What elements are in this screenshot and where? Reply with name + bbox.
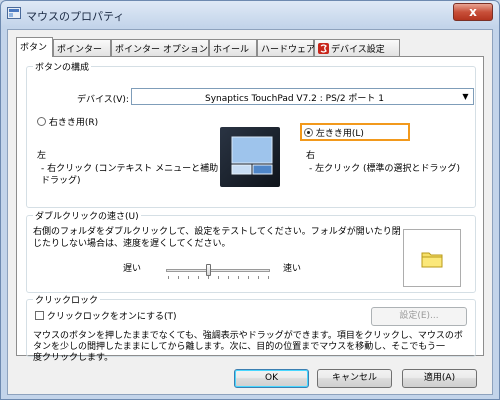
tab-pointer-options[interactable]: ポインター オプション [111, 39, 209, 56]
right-handed-label: 右きき用(R) [48, 118, 99, 128]
left-button-title: 左 [37, 151, 47, 161]
tab-pointer-options-label: ポインター オプション [115, 45, 208, 55]
tab-hardware-label: ハードウェア [261, 45, 316, 55]
right-handed-radio[interactable]: 右きき用(R) [37, 115, 98, 128]
dialog-client-area: ボタン ポインター ポインター オプション ホイール ハードウェア デバイス設定… [7, 29, 493, 395]
test-folder-box[interactable] [403, 229, 461, 287]
click-lock-checkbox[interactable]: クリックロックをオンにする(T) [35, 309, 177, 322]
left-button-desc-2: ドラッグ) [41, 176, 81, 186]
button-configuration-title: ボタンの構成 [33, 60, 92, 73]
slider-tick [198, 276, 199, 279]
click-lock-title: クリックロック [33, 293, 101, 306]
slider-thumb[interactable] [206, 264, 211, 276]
click-lock-settings-button[interactable]: 設定(E)... [371, 307, 467, 326]
apply-button[interactable]: 適用(A) [402, 369, 477, 388]
left-handed-radio[interactable]: 左きき用(L) [304, 126, 364, 139]
slider-tick [168, 276, 169, 279]
device-select[interactable]: Synaptics TouchPad V7.2 : PS/2 ポート 1 ▼ [131, 88, 474, 105]
slider-tick [248, 276, 249, 279]
slow-label: 遅い [123, 264, 142, 274]
slider-tick [228, 276, 229, 279]
slider-tick [238, 276, 239, 279]
synaptics-icon [318, 43, 329, 54]
touchpad-illustration [231, 136, 273, 175]
slider-tick [258, 276, 259, 279]
folder-icon[interactable] [421, 250, 443, 268]
close-button[interactable]: x [453, 3, 493, 21]
fast-label: 速い [283, 264, 302, 274]
device-label: デバイス(V): [77, 95, 129, 105]
right-button-desc-1: - 左クリック (標準の選択とドラッグ) [309, 164, 460, 174]
slider-track[interactable] [166, 269, 270, 272]
mouse-properties-window: マウスのプロパティ x ボタン ポインター ポインター オプション ホイール ハ… [0, 0, 500, 400]
left-handed-radio-circle[interactable] [304, 128, 313, 137]
cancel-button[interactable]: キャンセル [317, 369, 392, 388]
click-lock-desc-3: 度クリックします。 [33, 353, 114, 363]
slider-tick [208, 276, 209, 279]
tab-buttons-label: ボタン [20, 43, 48, 53]
right-handed-radio-circle[interactable] [37, 117, 46, 126]
window-title: マウスのプロパティ [26, 10, 125, 23]
click-lock-group: クリックロック クリックロックをオンにする(T) 設定(E)... マウスのボタ… [26, 293, 476, 363]
slider-tick [268, 276, 269, 279]
slider-tick [218, 276, 219, 279]
double-click-desc-2: じたりしない場合は、速度を遅くしてください。 [33, 239, 231, 249]
chevron-down-icon[interactable]: ▼ [458, 89, 473, 104]
slider-ticks [166, 276, 270, 279]
tab-pointers-label: ポインター [57, 45, 103, 55]
double-click-speed-title: ダブルクリックの速さ(U) [33, 209, 141, 222]
ok-button[interactable]: OK [234, 369, 309, 388]
right-button-title: 右 [306, 151, 316, 161]
tab-wheel-label: ホイール [213, 45, 250, 55]
touchpad-image [220, 127, 280, 187]
tab-buttons[interactable]: ボタン [16, 37, 53, 57]
click-lock-checkbox-label: クリックロックをオンにする(T) [46, 312, 177, 322]
click-lock-checkbox-box[interactable] [35, 311, 44, 320]
title-bar[interactable]: マウスのプロパティ x [1, 1, 499, 27]
tab-hardware[interactable]: ハードウェア [257, 39, 316, 56]
mouse-properties-icon [7, 7, 21, 19]
double-click-speed-slider[interactable] [166, 264, 270, 280]
tab-wheel[interactable]: ホイール [209, 39, 257, 56]
left-handed-label: 左きき用(L) [315, 129, 364, 139]
tab-device-settings[interactable]: デバイス設定 [314, 39, 400, 56]
slider-tick [178, 276, 179, 279]
tab-pointers[interactable]: ポインター [53, 39, 111, 56]
tab-device-settings-label: デバイス設定 [331, 45, 385, 55]
device-select-value: Synaptics TouchPad V7.2 : PS/2 ポート 1 [204, 94, 384, 104]
slider-tick [188, 276, 189, 279]
buttons-tab-panel: ボタンの構成 デバイス(V): Synaptics TouchPad V7.2 … [16, 56, 484, 363]
